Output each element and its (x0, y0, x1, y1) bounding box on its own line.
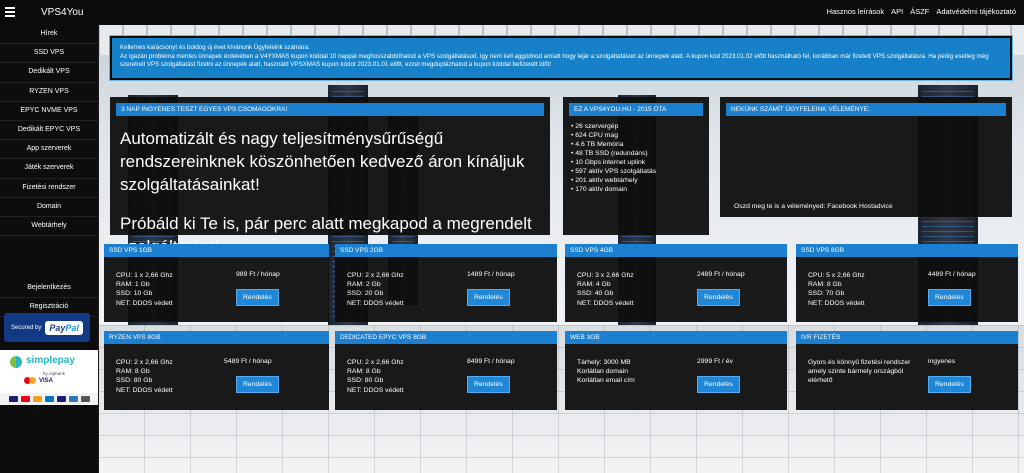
stat-item: 201 aktív webtárhely (571, 176, 709, 185)
brand-logo[interactable]: VPS4You (41, 7, 83, 18)
plan-card-ssd-vps-2gb: SSD VPS 2GB CPU: 2 x 2,66 Ghz RAM: 2 Gb SS… (335, 244, 557, 322)
simplepay-cards: VISA (24, 377, 53, 384)
order-button[interactable]: Rendelés (697, 289, 740, 306)
stats-list: 26 szervergép 624 CPU mag 4.6 TB Memória… (571, 122, 709, 194)
plan-specs: CPU: 2 x 2,66 Ghz RAM: 8 Gb SSD: 80 Gb NET:… (347, 359, 404, 394)
plan-card-dedicated-epyc-vps-8gb: DEDICATED EPYC VPS 8GB CPU: 2 x 2,66 Ghz… (335, 331, 557, 410)
sidebar-item-payment-system[interactable]: Fizetési rendszer (0, 179, 98, 198)
card-icon (56, 396, 66, 402)
plan-specs: Tárhely: 3000 MB Korlátlan domain Korlátla… (577, 359, 635, 385)
plan-card-ssd-vps-4gb: SSD VPS 4GB CPU: 3 x 2,66 Ghz RAM: 4 Gb SS… (565, 244, 787, 322)
plan-price: 4489 Ft / hónap (928, 271, 976, 278)
card-icon (44, 396, 54, 402)
sidebar-item-game-servers[interactable]: Játék szerverek (0, 159, 98, 179)
hero-line-1: Automatizált és nagy teljesítménysűrűség… (120, 129, 525, 194)
plan-card-ivr-payment: IVR FIZETÉS Gyors és könnyű fizetési ren… (796, 331, 1018, 410)
simplepay-logo: simplepay by otpbank (6, 354, 92, 376)
stat-item: 10 Gbps internet uplink (571, 158, 709, 167)
visa-icon: VISA (39, 377, 54, 384)
hero-title: 3 NAP INGYENES TESZT EGYES VPS CSOMAGOKR… (116, 103, 544, 116)
simplepay-circle-icon (10, 356, 22, 368)
card-icon (20, 396, 30, 402)
notice-body: Az igazán probléma mentes ünnepek érdeké… (120, 52, 989, 69)
reviews-title: NEKÜNK SZÁMÍT ÜGYFELEINK VÉLEMÉNYE: (726, 103, 1006, 116)
plan-price: 1489 Ft / hónap (467, 271, 515, 278)
order-button[interactable]: Rendelés (928, 289, 971, 306)
top-nav: Hasznos leírások API ÁSZF Adatvédelmi tá… (827, 7, 1016, 16)
sidebar-item-dedicated-epyc-vps[interactable]: Dedikált EPYC VPS (0, 121, 98, 141)
mastercard-icon (24, 377, 36, 384)
stat-item: 26 szervergép (571, 122, 709, 131)
plan-card-web-3gb: WEB 3GB Tárhely: 3000 MB Korlátlan domain… (565, 331, 787, 410)
plan-title: DEDICATED EPYC VPS 8GB (335, 331, 557, 344)
payment-cards-strip (0, 393, 98, 405)
plan-price: 2489 Ft / hónap (697, 271, 745, 278)
stat-item: 4.6 TB Memória (571, 140, 709, 149)
plan-specs: Gyors és könnyű fizetési rendszer amely s… (808, 359, 911, 385)
plan-price: 2999 Ft / év (697, 358, 733, 365)
order-button[interactable]: Rendelés (236, 376, 279, 393)
paypal-secured-label: Secured by (11, 324, 42, 331)
nav-link-terms[interactable]: ÁSZF (910, 7, 929, 16)
sidebar-item-domain[interactable]: Domain (0, 198, 98, 217)
top-bar: VPS4You Hasznos leírások API ÁSZF Adatvé… (0, 0, 1024, 25)
order-button[interactable]: Rendelés (467, 289, 510, 306)
sidebar-item-epyc-nvme-vps[interactable]: EPYC NVME VPS (0, 102, 98, 121)
nav-link-privacy[interactable]: Adatvédelmi tájékoztató (936, 7, 1016, 16)
stat-item: 48 TB SSD (redundáns) (571, 149, 709, 158)
plan-price: 989 Ft / hónap (236, 271, 280, 278)
plan-title: IVR FIZETÉS (796, 331, 1018, 344)
paypal-badge: Secured by PayPal (4, 313, 90, 342)
plan-specs: CPU: 1 x 2,66 Ghz RAM: 1 Gb SSD: 10 Gb NET:… (116, 272, 173, 307)
hero-text: Automatizált és nagy teljesítménysűrűség… (120, 128, 550, 259)
holiday-notice: Kellemes karácsonyt és boldog új évet kí… (109, 35, 1013, 81)
plan-title: SSD VPS 2GB (335, 244, 557, 257)
stat-item: 624 CPU mag (571, 131, 709, 140)
order-button[interactable]: Rendelés (236, 289, 279, 306)
plan-title: WEB 3GB (565, 331, 787, 344)
plan-price: 8499 Ft / hónap (467, 358, 515, 365)
sidebar-item-ryzen-vps[interactable]: RYZEN VPS (0, 83, 98, 102)
sidebar-item-ssd-vps[interactable]: SSD VPS (0, 44, 98, 64)
stat-item: 170 aktív domain (571, 185, 709, 194)
stat-item: 597 aktív VPS szolgáltatás (571, 167, 709, 176)
nav-link-guides[interactable]: Hasznos leírások (827, 7, 885, 16)
card-icon (80, 396, 90, 402)
plan-card-ryzen-vps-8gb: RYZEN VPS 8GB CPU: 2 x 2,66 Ghz RAM: 8 Gb… (104, 331, 329, 410)
card-icon (32, 396, 42, 402)
plan-price: ingyenes (928, 358, 956, 365)
hamburger-menu-icon[interactable] (5, 5, 15, 17)
stats-title: EZ A VPS4YOU.HU - 2015 ÓTA (569, 103, 703, 116)
reviews-footer[interactable]: Oszd meg te is a véleményed: Facebook Ho… (734, 203, 893, 210)
plan-card-ssd-vps-8gb: SSD VPS 8GB CPU: 5 x 2,66 Ghz RAM: 8 Gb SS… (796, 244, 1018, 322)
paypal-logo: PayPal (45, 320, 83, 335)
sidebar-item-app-servers[interactable]: App szerverek (0, 140, 98, 160)
nav-link-api[interactable]: API (891, 7, 903, 16)
card-icon (8, 396, 18, 402)
plan-card-ssd-vps-1gb: SSD VPS 1GB CPU: 1 x 2,66 Ghz RAM: 1 Gb SS… (104, 244, 329, 322)
order-button[interactable]: Rendelés (467, 376, 510, 393)
plan-title: SSD VPS 8GB (796, 244, 1018, 257)
sidebar: Hírek SSD VPS Dedikált VPS RYZEN VPS EPY… (0, 25, 99, 473)
plan-specs: CPU: 5 x 2,66 Ghz RAM: 8 Gb SSD: 70 Gb NET:… (808, 272, 865, 307)
sidebar-item-webhosting[interactable]: Webtárhely (0, 217, 98, 237)
plan-title: SSD VPS 1GB (104, 244, 329, 257)
hero-panel: 3 NAP INGYENES TESZT EGYES VPS CSOMAGOKR… (110, 97, 550, 256)
plan-specs: CPU: 2 x 2,66 Ghz RAM: 8 Gb SSD: 80 Gb NET:… (116, 359, 173, 394)
sidebar-item-dedicated-vps[interactable]: Dedikált VPS (0, 63, 98, 83)
plan-specs: CPU: 3 x 2,66 Ghz RAM: 4 Gb SSD: 40 Gb NET:… (577, 272, 634, 307)
reviews-panel: NEKÜNK SZÁMÍT ÜGYFELEINK VÉLEMÉNYE: Oszd… (720, 97, 1012, 217)
notice-greeting: Kellemes karácsonyt és boldog új évet kí… (120, 44, 310, 51)
plan-specs: CPU: 2 x 2,66 Ghz RAM: 2 Gb SSD: 20 Gb NET:… (347, 272, 404, 307)
order-button[interactable]: Rendelés (928, 376, 971, 393)
order-button[interactable]: Rendelés (697, 376, 740, 393)
plan-title: SSD VPS 4GB (565, 244, 787, 257)
card-icon (68, 396, 78, 402)
sidebar-item-news[interactable]: Hírek (0, 25, 98, 45)
plan-price: 5489 Ft / hónap (224, 358, 272, 365)
stats-panel: EZ A VPS4YOU.HU - 2015 ÓTA 26 szervergép… (563, 97, 709, 235)
plan-title: RYZEN VPS 8GB (104, 331, 329, 344)
sidebar-item-login[interactable]: Bejelentkezés (0, 279, 98, 299)
